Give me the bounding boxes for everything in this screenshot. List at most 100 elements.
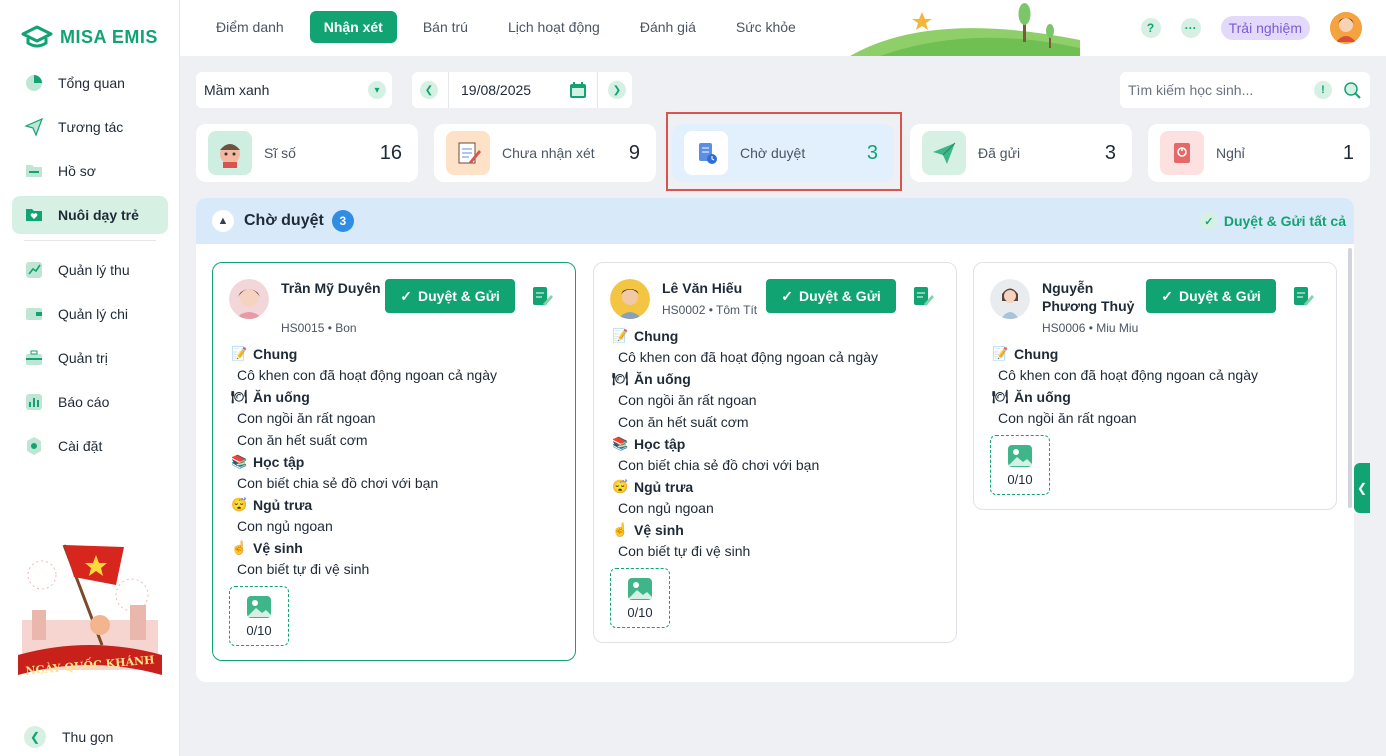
sidebar-nav: Tổng quan Tương tác Hồ sơ Nuôi dạy trẻ Q… [12,64,168,471]
comment-section-chung: 📝 Chung Cô khen con đã hoạt động ngoan cả… [594,325,956,368]
sidebar-item-cai-dat[interactable]: Cài đặt [12,427,168,465]
tab-diem-danh[interactable]: Điểm danh [202,11,298,43]
sidebar-item-label: Hồ sơ [58,163,96,179]
section-title: Vệ sinh [253,539,303,556]
class-select[interactable]: Mầm xanh ▾ [196,72,392,108]
briefcase-icon [24,348,44,368]
sidebar-item-nuoi-day-tre[interactable]: Nuôi dạy trẻ [12,196,168,234]
tab-suc-khoe[interactable]: Sức khỏe [722,11,810,43]
previous-day-button[interactable]: ❮ [420,81,438,99]
edit-note-icon[interactable] [912,285,934,310]
next-day-button[interactable]: ❯ [608,81,626,99]
sidebar-item-quan-tri[interactable]: Quản trị [12,339,168,377]
bar-chart-icon [24,392,44,412]
trend-chart-icon [24,260,44,280]
more-options-button[interactable]: ··· [1180,18,1201,38]
comment-line: Cô khen con đã hoạt động ngoan cả ngày [237,367,497,383]
sidebar-item-tuong-tac[interactable]: Tương tác [12,108,168,146]
edit-note-icon[interactable] [1292,285,1314,310]
fork-knife-icon: 🍽 [612,370,629,386]
approve-all-button[interactable]: ✓ Duyệt & Gửi tất cả [1199,212,1346,230]
pointing-hand-icon: ☝ [612,521,629,537]
sidebar-item-label: Quản lý thu [58,262,130,278]
brand-name: MISA EMIS [60,26,158,47]
sidebar-item-label: Cài đặt [58,438,103,454]
pending-panel: ▲ Chờ duyệt 3 ✓ Duyệt & Gửi tất cả Trần … [196,198,1354,682]
stat-da-gui[interactable]: Đã gửi 3 [910,124,1132,182]
chevron-left-icon: ❮ [1356,481,1368,495]
sidebar-item-bao-cao[interactable]: Báo cáo [12,383,168,421]
student-card: Nguyễn Phương Thuỷ HS0006 • Miu Miu ✓ Duy… [973,262,1337,510]
student-search[interactable]: Tìm kiếm học sinh... ! [1120,72,1370,108]
stat-value: 3 [1104,141,1116,164]
section-title: Ngủ trưa [634,478,694,495]
comment-section-chung: 📝 Chung Cô khen con đã hoạt động ngoan cả… [213,343,575,386]
date-value[interactable]: 19/08/2025 [461,82,531,98]
photo-upload[interactable]: 0/10 [990,435,1050,495]
date-picker: ❮ 19/08/2025 ❯ [412,72,632,108]
tab-danh-gia[interactable]: Đánh giá [626,11,710,43]
sidebar-item-label: Quản lý chi [58,306,129,322]
brand-logo[interactable]: MISA EMIS [20,24,158,50]
comment-section-hoc-tap: 📚 Học tập Con biết chia sẻ đồ chơi với bạ… [213,451,575,494]
comment-section-ve-sinh: ☝ Vệ sinh Con biết tự đi vệ sinh [213,537,575,580]
stat-nghi[interactable]: Nghỉ 1 [1148,124,1370,182]
power-book-icon [1160,131,1204,175]
edit-note-icon[interactable] [531,285,553,310]
selection-highlight [666,112,902,191]
search-input[interactable]: Tìm kiếm học sinh... [1128,82,1253,98]
user-avatar[interactable] [1330,12,1362,44]
photo-count: 0/10 [246,622,272,638]
panel-scrollbar[interactable] [1348,248,1352,508]
section-title: Vệ sinh [634,521,684,538]
panel-header: ▲ Chờ duyệt 3 ✓ Duyệt & Gửi tất cả [196,198,1354,244]
fork-knife-icon: 🍽 [231,388,248,404]
tab-ban-tru[interactable]: Bán trú [409,11,482,43]
collapse-sidebar-button[interactable]: ❮ Thu gọn [24,726,113,748]
search-info-icon[interactable]: ! [1314,81,1332,99]
memo-icon: 📝 [992,345,1009,361]
topbar: Điểm danh Nhận xét Bán trú Lịch hoạt độn… [180,0,1386,56]
photo-upload[interactable]: 0/10 [229,586,289,646]
topbar-actions: ? ··· Trải nghiệm [1140,12,1362,44]
help-button[interactable]: ? [1140,18,1161,38]
sidebar-item-ho-so[interactable]: Hồ sơ [12,152,168,190]
image-icon [628,577,652,600]
image-icon [1008,444,1032,467]
trial-button[interactable]: Trải nghiệm [1220,16,1310,40]
approve-send-button[interactable]: ✓ Duyệt & Gửi [1146,279,1276,313]
paper-plane-icon [922,131,966,175]
stat-chua-nhan-xet[interactable]: Chưa nhận xét 9 [434,124,656,182]
search-icon[interactable] [1342,80,1362,103]
books-icon: 📚 [231,453,248,469]
stat-value: 1 [1342,141,1354,164]
approve-send-button[interactable]: ✓ Duyệt & Gửi [766,279,896,313]
comment-section-chung: 📝 Chung Cô khen con đã hoạt động ngoan cả… [974,343,1336,386]
comment-line: Con ăn hết suất cơm [237,432,368,448]
sidebar-item-quan-ly-thu[interactable]: Quản lý thu [12,251,168,289]
approve-send-button[interactable]: ✓ Duyệt & Gửi [385,279,515,313]
comment-line: Cô khen con đã hoạt động ngoan cả ngày [998,367,1258,383]
gear-icon [24,436,44,456]
tab-nhan-xet[interactable]: Nhận xét [309,11,397,43]
approve-label: Duyệt & Gửi [1179,288,1261,304]
comment-line: Con biết chia sẻ đồ chơi với bạn [237,475,439,491]
stat-label: Chưa nhận xét [502,145,595,161]
photo-upload[interactable]: 0/10 [610,568,670,628]
comment-line: Con ngủ ngoan [618,500,714,516]
side-drawer-toggle[interactable]: ❮ [1354,463,1370,513]
stat-label: Sĩ số [264,145,296,161]
check-icon: ✓ [781,287,794,304]
comment-line: Con ngồi ăn rất ngoan [237,410,376,426]
sidebar-item-tong-quan[interactable]: Tổng quan [12,64,168,102]
tab-lich-hoat-dong[interactable]: Lịch hoạt động [494,11,614,43]
student-avatar [990,279,1030,319]
calendar-icon[interactable] [568,80,588,103]
stat-si-so[interactable]: Sĩ số 16 [196,124,418,182]
chevron-up-icon[interactable]: ▲ [212,210,234,232]
check-circle-icon: ✓ [1199,212,1218,230]
student-card: Trần Mỹ Duyên HS0015 • Bon ✓ Duyệt & Gửi … [212,262,576,661]
collapse-label: Thu gọn [62,729,114,745]
sidebar-item-label: Quản trị [58,350,108,366]
sidebar-item-quan-ly-chi[interactable]: Quản lý chi [12,295,168,333]
